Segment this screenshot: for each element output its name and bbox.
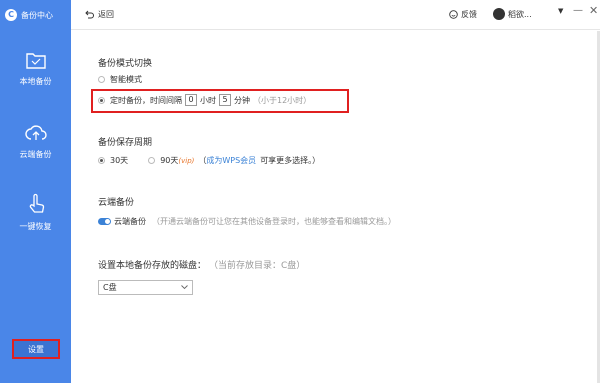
smart-mode-label: 智能模式 — [110, 75, 142, 84]
disk-select-value: C盘 — [103, 283, 117, 292]
hours-input[interactable]: 0 — [185, 94, 197, 106]
smart-mode-radio[interactable] — [98, 76, 105, 83]
app-title: 备份中心 — [21, 10, 53, 20]
sidebar-item-label: 设置 — [28, 344, 44, 354]
member-suffix: 可享更多选择。） — [260, 156, 321, 165]
feedback-label: 反馈 — [461, 10, 477, 19]
scheduled-backup-option: 定时备份，时间间隔 0 小时 5 分钟 （小于12小时） — [98, 94, 311, 106]
backup-mode-title: 备份模式切换 — [98, 59, 153, 69]
minutes-unit: 分钟 — [234, 95, 250, 105]
cloud-backup-toggle[interactable] — [98, 218, 111, 225]
minutes-input[interactable]: 5 — [219, 94, 231, 106]
chevron-down-icon — [181, 285, 188, 290]
user-menu[interactable]: 稻欲... — [493, 8, 532, 20]
vip-tag: (vip) — [178, 156, 195, 165]
folder-icon — [25, 53, 46, 69]
cloud-backup-title: 云端备份 — [98, 198, 135, 208]
minimize-icon[interactable]: — — [573, 5, 583, 16]
retention-30-radio[interactable] — [98, 157, 105, 164]
paren-open: （ — [198, 156, 207, 165]
top-bar: 返回 反馈 稻欲... ▼ — ✕ — [71, 0, 600, 30]
retention-90-label: 90天 — [160, 156, 179, 165]
smart-mode-option[interactable]: 智能模式 — [98, 74, 142, 85]
sidebar-item-settings[interactable]: 设置 — [12, 339, 60, 359]
cloud-backup-row: 云端备份 （开通云端备份可让您在其他设备登录时，也能够查看和编辑文档。） — [98, 216, 396, 227]
sidebar: C 备份中心 本地备份 云端备份 一键恢复 设置 — [0, 0, 71, 383]
feedback-button[interactable]: 反馈 — [449, 9, 477, 20]
smile-icon — [449, 10, 458, 19]
close-icon[interactable]: ✕ — [589, 4, 598, 17]
back-label: 返回 — [98, 10, 114, 19]
back-button[interactable]: 返回 — [85, 9, 114, 20]
cloud-backup-description: （开通云端备份可让您在其他设备登录时，也能够查看和编辑文档。） — [152, 217, 396, 226]
local-disk-row: 设置本地备份存放的磁盘： （当前存放目录：C盘） — [98, 258, 305, 271]
local-disk-title: 设置本地备份存放的磁盘： — [98, 261, 207, 271]
local-disk-current: （当前存放目录：C盘） — [209, 261, 306, 271]
interval-hint: （小于12小时） — [253, 95, 312, 105]
sidebar-item-label: 一键恢复 — [19, 222, 52, 231]
sidebar-item-cloud-backup[interactable]: 云端备份 — [0, 123, 71, 160]
become-member-link[interactable]: 成为WPS会员 — [206, 155, 256, 166]
hand-pointer-icon — [29, 193, 44, 213]
sidebar-item-restore[interactable]: 一键恢复 — [0, 193, 71, 232]
user-name: 稻欲... — [508, 9, 532, 19]
sidebar-item-label: 本地备份 — [19, 77, 52, 86]
retention-30-label: 30天 — [110, 156, 129, 165]
retention-title: 备份保存周期 — [98, 138, 153, 148]
chevron-down-icon[interactable]: ▼ — [558, 7, 563, 15]
cloud-upload-icon — [24, 125, 47, 140]
scheduled-backup-label: 定时备份，时间间隔 — [110, 95, 182, 105]
sidebar-item-local-backup[interactable]: 本地备份 — [0, 50, 71, 87]
settings-panel: 备份模式切换 智能模式 定时备份，时间间隔 0 小时 5 分钟 （小于12小时）… — [71, 31, 600, 383]
app-logo-icon: C — [5, 9, 17, 21]
sidebar-item-label: 云端备份 — [19, 150, 52, 159]
retention-options: 30天 90天 (vip) （ 成为WPS会员 可享更多选择。） — [98, 155, 320, 166]
scheduled-backup-radio[interactable] — [98, 96, 105, 104]
hours-unit: 小时 — [200, 95, 216, 105]
retention-90-radio[interactable] — [148, 157, 156, 164]
avatar — [493, 8, 505, 20]
disk-select[interactable]: C盘 — [98, 280, 193, 295]
cloud-backup-toggle-label: 云端备份 — [114, 217, 146, 226]
sidebar-header: C 备份中心 — [0, 0, 71, 30]
back-arrow-icon — [85, 10, 94, 19]
